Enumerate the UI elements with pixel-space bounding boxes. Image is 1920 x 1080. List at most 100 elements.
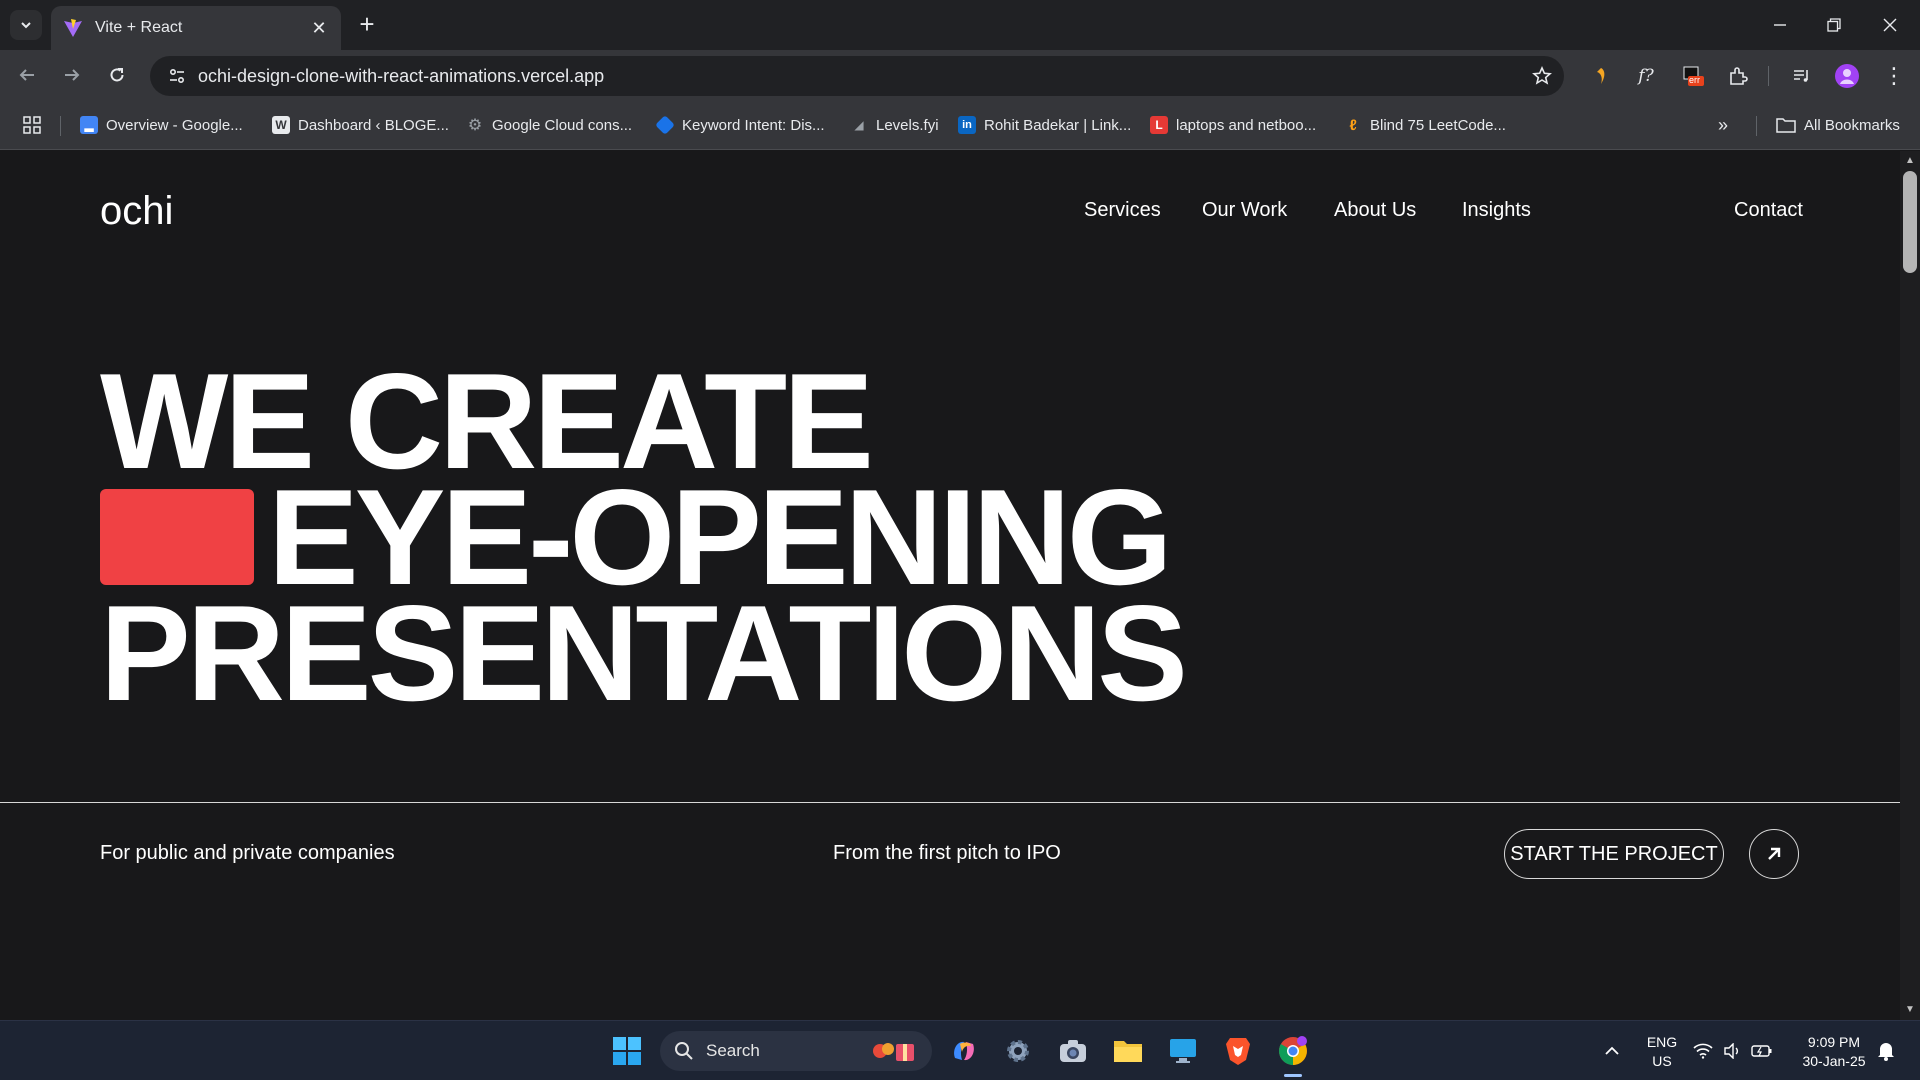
new-tab-button[interactable]: +: [352, 10, 382, 40]
windows-start-icon[interactable]: [607, 1031, 647, 1071]
bookmark-label: Overview - Google...: [106, 116, 243, 134]
clock[interactable]: 9:09 PM 30-Jan-25: [1790, 1033, 1878, 1071]
forward-arrow-icon: [65, 69, 80, 81]
minimize-icon: [1774, 24, 1786, 26]
arrow-up-right-icon: [1768, 847, 1781, 860]
active-tab[interactable]: Vite + React ✕: [51, 6, 341, 50]
leetcode-favicon-icon: ℓ: [1349, 116, 1357, 134]
extension-badge: err: [1689, 75, 1700, 85]
bookmark-label: Keyword Intent: Dis...: [682, 116, 825, 134]
bookmark-item[interactable]: in Rohit Badekar | Link...: [958, 114, 1131, 136]
restore-icon: [1827, 18, 1841, 32]
bookmark-item[interactable]: ▂ Overview - Google...: [80, 114, 243, 136]
bookmark-item[interactable]: Keyword Intent: Dis...: [655, 114, 825, 136]
levels-favicon-icon: ◢: [854, 118, 864, 132]
taskbar-search-box[interactable]: Search: [660, 1031, 932, 1071]
folder-icon: [1776, 118, 1796, 133]
extension-fx-icon[interactable]: f?: [1631, 61, 1661, 91]
all-bookmarks-folder[interactable]: All Bookmarks: [1776, 114, 1900, 136]
bookmark-star-icon[interactable]: [1520, 66, 1564, 86]
battery-icon: [1751, 1045, 1772, 1057]
apps-grid-icon[interactable]: [22, 114, 42, 136]
reload-icon: [110, 68, 124, 82]
language-indicator[interactable]: ENG US: [1642, 1033, 1682, 1071]
file-explorer-icon[interactable]: [1108, 1031, 1148, 1071]
bookmarks-bar: ▂ Overview - Google... W Dashboard ‹ BLO…: [0, 100, 1920, 150]
menu-kebab-icon[interactable]: ⋮: [1879, 61, 1909, 91]
ochi-logo[interactable]: ochi: [100, 189, 173, 234]
l-favicon-icon: L: [1150, 116, 1168, 134]
clock-time: 9:09 PM: [1807, 1034, 1861, 1050]
bookmark-item[interactable]: ⚙ Google Cloud cons...: [466, 114, 632, 136]
bookmark-item[interactable]: L laptops and netboo...: [1150, 114, 1316, 136]
search-icon: [675, 1042, 693, 1060]
back-button[interactable]: [10, 58, 44, 92]
restore-button[interactable]: [1806, 0, 1862, 50]
desktop-icon[interactable]: [1163, 1031, 1203, 1071]
wifi-icon: [1693, 1043, 1713, 1059]
nav-link-insights[interactable]: Insights: [1462, 199, 1531, 222]
nav-link-services[interactable]: Services: [1084, 199, 1161, 222]
accent-red-block: [100, 489, 254, 585]
scroll-down-icon[interactable]: ▼: [1904, 1004, 1916, 1015]
bookmark-item[interactable]: ℓ Blind 75 LeetCode...: [1344, 114, 1506, 136]
bookmarks-divider: [1756, 116, 1757, 136]
forward-button[interactable]: [55, 58, 89, 92]
scroll-up-icon[interactable]: ▲: [1904, 155, 1916, 166]
camera-icon[interactable]: [1053, 1031, 1093, 1071]
show-hidden-icons-chevron-icon[interactable]: [1592, 1031, 1632, 1071]
search-label: Search: [706, 1041, 760, 1060]
notification-bell-icon[interactable]: [1866, 1031, 1906, 1071]
back-arrow-icon: [19, 69, 34, 81]
toolbar-divider: [1768, 66, 1769, 86]
address-bar[interactable]: ochi-design-clone-with-react-animations.…: [150, 56, 1564, 96]
cloud-favicon-icon: ⚙: [467, 117, 483, 134]
bookmark-item[interactable]: ◢ Levels.fyi: [850, 114, 938, 136]
bookmark-label: laptops and netboo...: [1176, 116, 1317, 134]
hero-heading: WE CREATE EYE-OPENING PRESENTATIONS: [100, 353, 1188, 729]
start-project-arrow-button[interactable]: [1749, 829, 1799, 879]
bookmark-item[interactable]: W Dashboard ‹ BLOGE...: [272, 114, 449, 136]
clock-date: 30-Jan-25: [1802, 1053, 1866, 1069]
bookmarks-divider: [60, 116, 61, 136]
media-control-icon[interactable]: [1787, 61, 1817, 91]
start-project-button[interactable]: START THE PROJECT: [1504, 829, 1724, 879]
linkedin-favicon-icon: in: [958, 116, 976, 134]
scrollbar-thumb[interactable]: [1903, 171, 1917, 273]
tagline-companies: For public and private companies: [100, 842, 395, 864]
bookmark-label: Blind 75 LeetCode...: [1370, 116, 1506, 134]
extensions-puzzle-icon[interactable]: [1723, 61, 1753, 91]
close-tab-icon[interactable]: ✕: [309, 18, 329, 39]
nav-link-our-work[interactable]: Our Work: [1202, 199, 1287, 222]
hero-line: PRESENTATIONS: [100, 577, 1188, 729]
chrome-browser-icon[interactable]: [1273, 1031, 1313, 1071]
analytics-favicon-icon: ▂: [80, 116, 98, 134]
extension-orange-icon[interactable]: [1586, 61, 1616, 91]
search-highlight-gift-icon: [870, 1039, 918, 1063]
bookmark-label: Dashboard ‹ BLOGE...: [298, 116, 449, 134]
volume-icon: [1724, 1043, 1738, 1059]
copilot-icon[interactable]: [944, 1031, 984, 1071]
url-text[interactable]: ochi-design-clone-with-react-animations.…: [198, 66, 1520, 87]
site-info-icon[interactable]: [156, 67, 198, 85]
minimize-button[interactable]: [1752, 0, 1808, 50]
profile-avatar[interactable]: [1832, 61, 1862, 91]
close-window-button[interactable]: [1862, 0, 1918, 50]
tab-search-button[interactable]: [10, 10, 42, 40]
tab-strip: Vite + React ✕ +: [0, 0, 1920, 50]
language-label: ENG: [1646, 1034, 1678, 1050]
settings-gear-icon[interactable]: [998, 1031, 1038, 1071]
reload-button[interactable]: [100, 58, 134, 92]
extension-err-icon[interactable]: err: [1678, 61, 1708, 91]
page-scrollbar[interactable]: [1900, 151, 1920, 1020]
browser-toolbar: ochi-design-clone-with-react-animations.…: [0, 50, 1920, 100]
brave-browser-icon[interactable]: [1218, 1031, 1258, 1071]
divider-line: [0, 802, 1900, 803]
more-bookmarks-chevron-icon[interactable]: »: [1718, 114, 1728, 136]
web-page: ochi Services Our Work About Us Insights…: [0, 151, 1920, 1020]
nav-link-about-us[interactable]: About Us: [1334, 199, 1416, 222]
system-tray-group[interactable]: [1688, 1031, 1778, 1071]
nav-link-contact[interactable]: Contact: [1734, 199, 1803, 222]
all-bookmarks-label: All Bookmarks: [1804, 116, 1900, 134]
region-label: US: [1652, 1053, 1672, 1069]
